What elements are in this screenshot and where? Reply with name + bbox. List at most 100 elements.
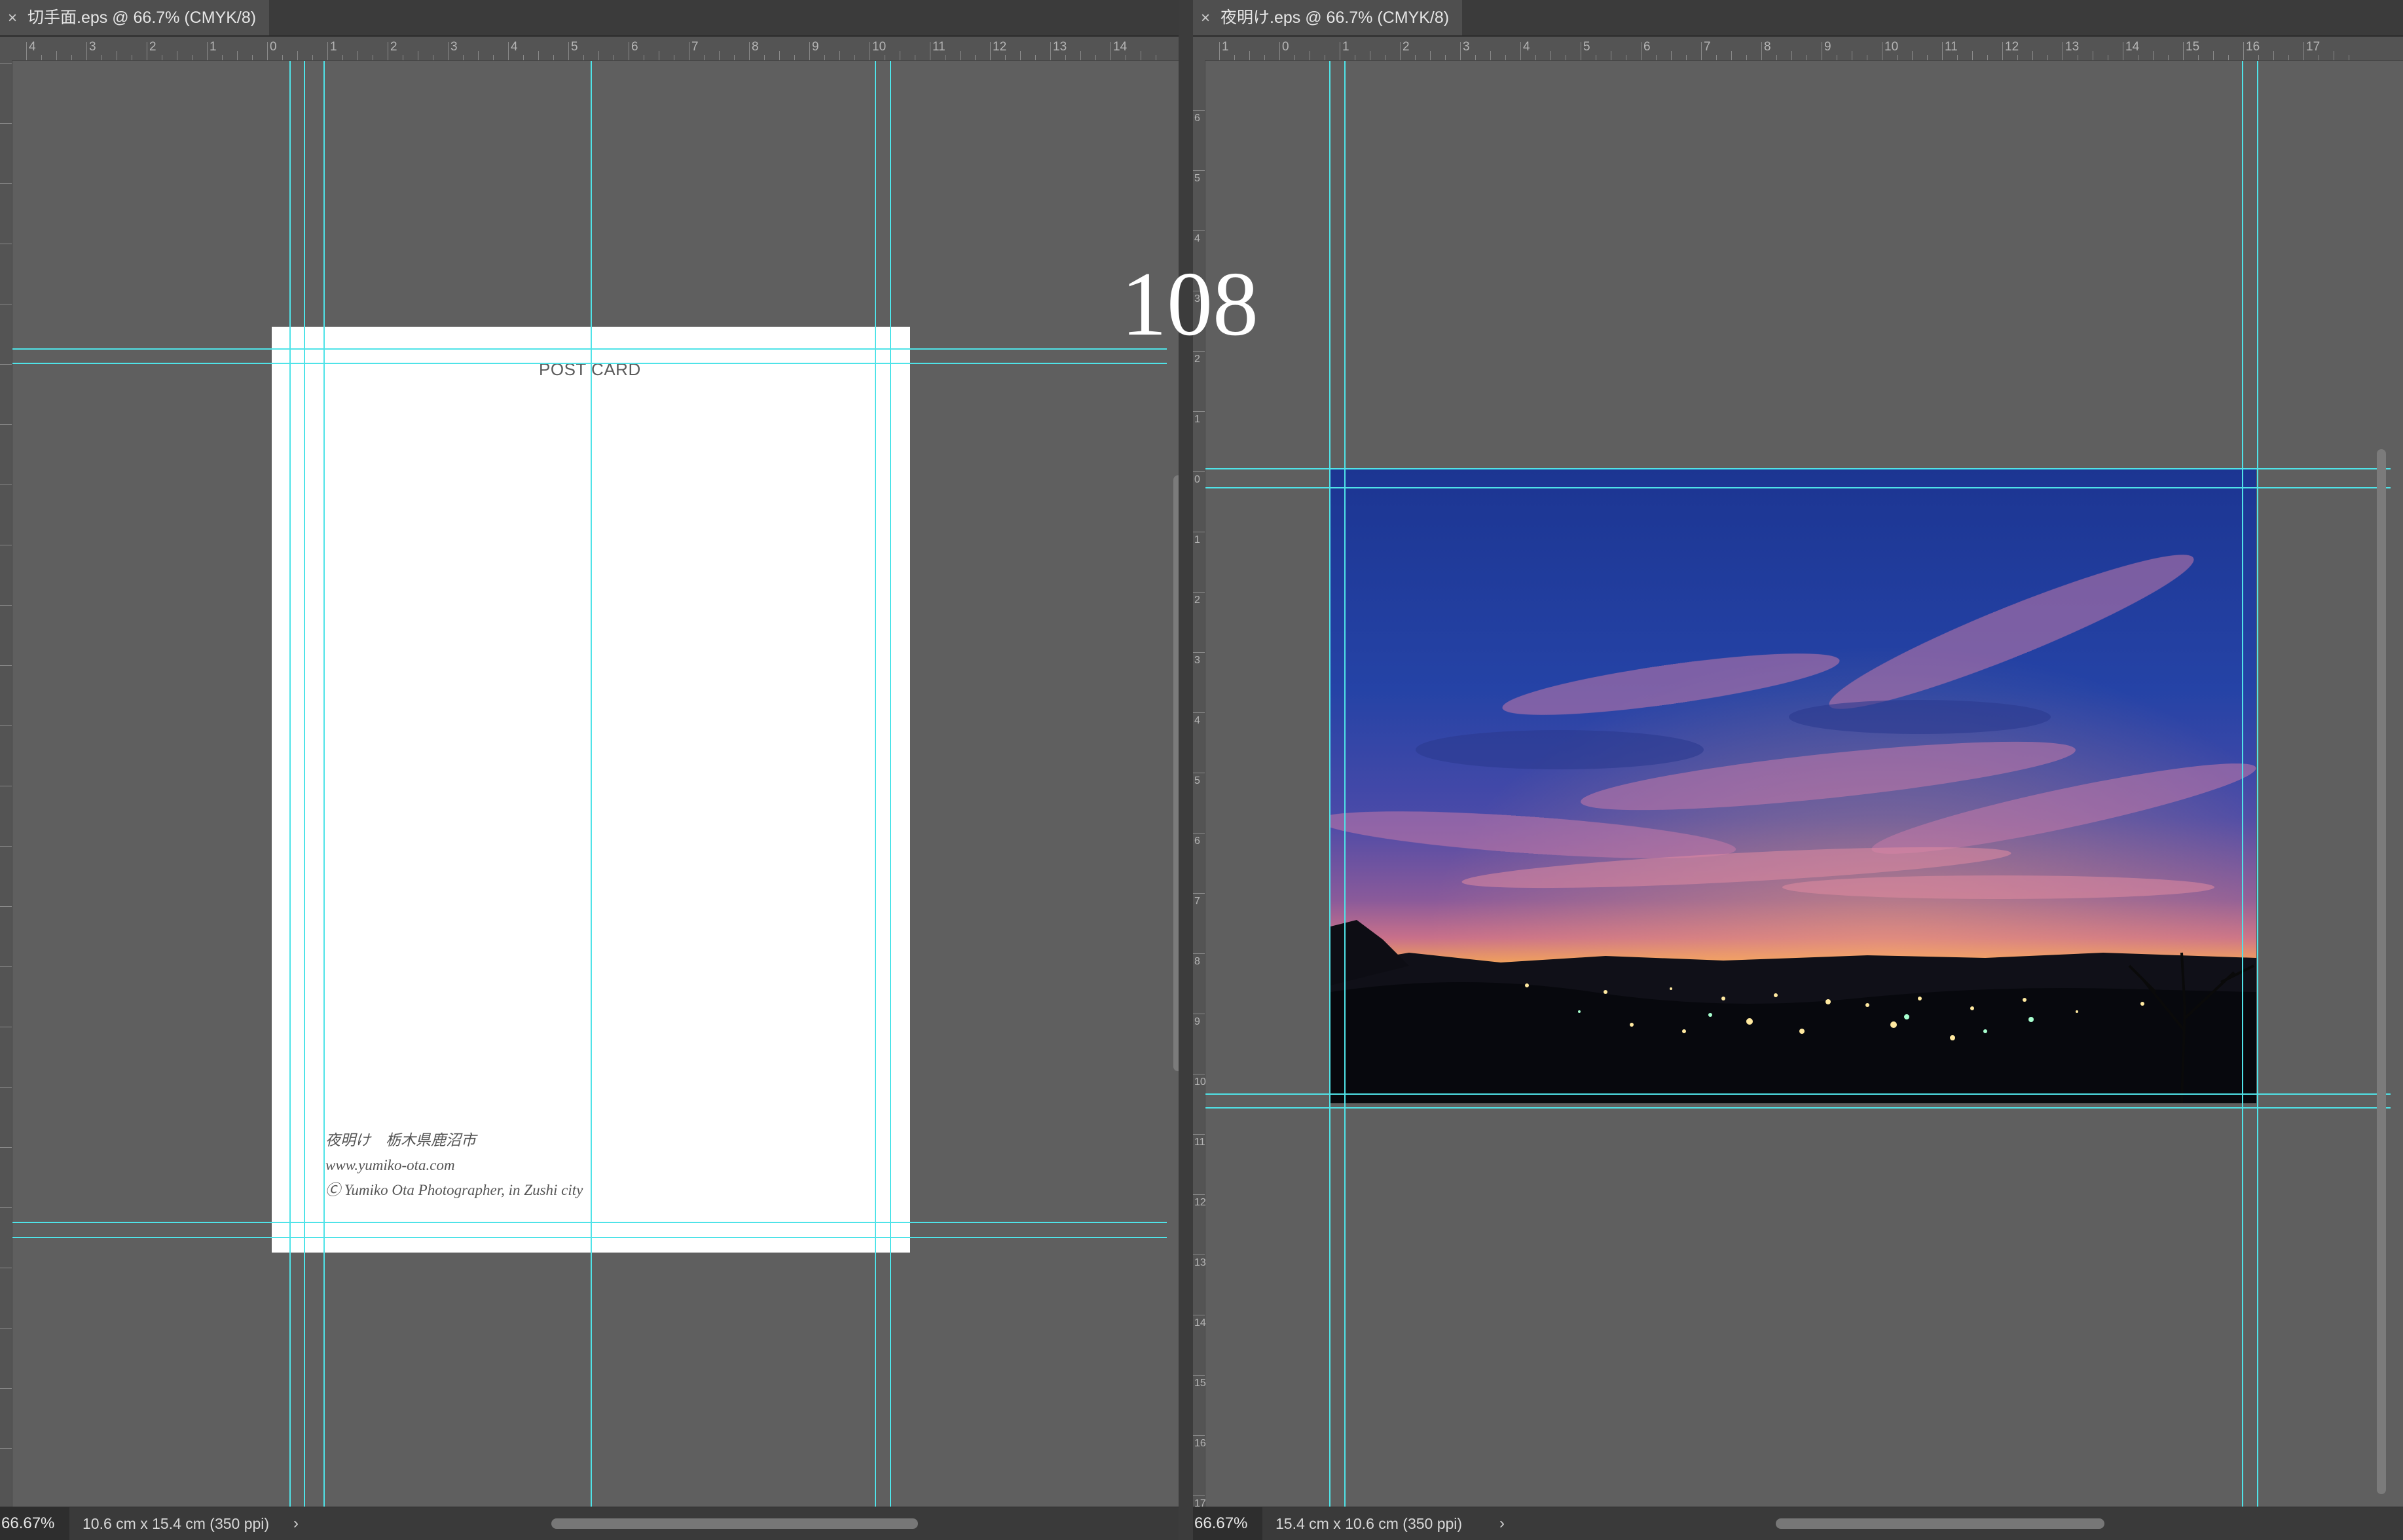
ruler-tick: [1641, 42, 1642, 60]
ruler-label: 2: [1194, 595, 1200, 606]
ruler-label: 11: [932, 40, 945, 54]
ruler-tick: [1987, 55, 1988, 60]
chevron-right-icon[interactable]: ›: [1499, 1507, 1505, 1540]
ruler-tick: [1193, 1194, 1205, 1195]
ruler-tick: [0, 1448, 12, 1449]
vertical-ruler[interactable]: [0, 60, 12, 1507]
chevron-right-icon[interactable]: ›: [293, 1507, 299, 1540]
ruler-tick: [1716, 55, 1717, 60]
ruler-label: 13: [1053, 40, 1067, 54]
horizontal-scrollbar[interactable]: [551, 1518, 918, 1529]
ruler-label: 12: [993, 40, 1007, 54]
ruler-label: 5: [1194, 775, 1200, 786]
ruler-tick: [1761, 42, 1762, 60]
ruler-tick: [1731, 51, 1732, 60]
guide[interactable]: [12, 1222, 1167, 1223]
vertical-scrollbar[interactable]: [1173, 475, 1179, 1071]
ruler-tick: [0, 1087, 12, 1088]
left-document-window: × 切手面.eps @ 66.7% (CMYK/8) 43210123456789…: [0, 0, 1179, 1540]
close-icon[interactable]: ×: [1201, 1, 1215, 36]
ruler-label: 6: [1643, 40, 1651, 54]
guide[interactable]: [1205, 1107, 2391, 1109]
ruler-tick: [1415, 55, 1416, 60]
ruler-label: 0: [1194, 474, 1200, 485]
guide[interactable]: [12, 363, 1167, 364]
ruler-label: 6: [631, 40, 638, 54]
ruler-tick: [493, 55, 494, 60]
guide[interactable]: [591, 61, 592, 1507]
ruler-tick: [2017, 55, 2018, 60]
ruler-label: 4: [511, 40, 518, 54]
guide[interactable]: [1205, 1093, 2391, 1095]
ruler-tick: [1193, 110, 1205, 111]
ruler-tick: [0, 1207, 12, 1208]
ruler-tick: [960, 51, 961, 60]
ruler-tick: [1193, 1495, 1205, 1496]
guide[interactable]: [304, 61, 305, 1507]
vertical-scrollbar[interactable]: [2377, 449, 2386, 1494]
ruler-tick: [704, 55, 705, 60]
guide[interactable]: [1205, 468, 2391, 469]
ruler-tick: [207, 42, 208, 60]
ruler-label: 16: [1194, 1438, 1206, 1449]
ruler-tick: [1505, 55, 1506, 60]
ruler-label: 2: [1194, 354, 1200, 365]
ruler-tick: [0, 665, 12, 666]
horizontal-ruler[interactable]: 1 0 1 2 3 4 5 6 7 8 9 10 11 12 13 14 15 16 17: [1193, 37, 2403, 61]
ruler-label: 12: [1194, 1197, 1206, 1208]
ruler-label: 5: [571, 40, 578, 54]
ruler-tick: [2002, 42, 2003, 60]
ruler-tick: [0, 906, 12, 907]
ruler-tick: [71, 55, 72, 60]
guide[interactable]: [1344, 61, 1346, 1507]
ruler-label: 3: [1463, 40, 1470, 54]
ruler-label: 10: [1884, 40, 1899, 54]
left-canvas[interactable]: POST CARD 夜明け 栃木県鹿沼市 www.yumiko-ota.com …: [12, 61, 1179, 1507]
horizontal-scrollbar[interactable]: [1776, 1518, 2104, 1529]
guide[interactable]: [2257, 61, 2258, 1507]
panel-divider[interactable]: [1179, 0, 1193, 1540]
ruler-tick: [523, 55, 524, 60]
ruler-tick: [1193, 471, 1205, 472]
guide[interactable]: [12, 1237, 1167, 1238]
guide[interactable]: [2242, 61, 2243, 1507]
guide[interactable]: [12, 348, 1167, 350]
ruler-tick: [267, 42, 268, 60]
ruler-label: 9: [812, 40, 819, 54]
ruler-tick: [2273, 51, 2274, 60]
ruler-tick: [1193, 170, 1205, 171]
left-tab-bar: × 切手面.eps @ 66.7% (CMYK/8): [0, 0, 1179, 37]
right-document-tab[interactable]: × 夜明け.eps @ 66.7% (CMYK/8): [1193, 0, 1463, 36]
ruler-tick: [1193, 712, 1205, 713]
ruler-label: 1: [1194, 414, 1200, 425]
zoom-level-field[interactable]: 66.67%: [1193, 1507, 1262, 1540]
left-document-tab[interactable]: × 切手面.eps @ 66.7% (CMYK/8): [0, 0, 270, 36]
right-canvas[interactable]: [1205, 61, 2403, 1507]
guide[interactable]: [289, 61, 291, 1507]
ruler-label: 7: [691, 40, 699, 54]
ruler-tick: [1110, 42, 1111, 60]
horizontal-ruler[interactable]: 4 3 2 1 0 1 2 3 4 5 6 7 8 9 10 11 12 13 14: [0, 37, 1179, 61]
ruler-tick: [1005, 55, 1006, 60]
zoom-level-field[interactable]: 66.67%: [0, 1507, 69, 1540]
close-icon[interactable]: ×: [8, 1, 22, 36]
ruler-label: 7: [1704, 40, 1711, 54]
ruler-tick: [2168, 55, 2169, 60]
guide[interactable]: [1329, 61, 1330, 1507]
left-status-bar: 66.67% 10.6 cm x 15.4 cm (350 ppi) ›: [0, 1507, 1179, 1540]
guide[interactable]: [323, 61, 325, 1507]
ruler-label: 14: [1194, 1317, 1206, 1329]
ruler-tick: [2183, 42, 2184, 60]
guide[interactable]: [1205, 487, 2391, 488]
ruler-label: 14: [2125, 40, 2140, 54]
guide[interactable]: [890, 61, 891, 1507]
ruler-label: 1: [1342, 40, 1349, 54]
ruler-tick: [282, 55, 283, 60]
ruler-tick: [2258, 55, 2259, 60]
ruler-label: 7: [1194, 896, 1200, 907]
guide[interactable]: [875, 61, 876, 1507]
ruler-tick: [1400, 42, 1401, 60]
ruler-tick: [734, 55, 735, 60]
ruler-tick: [1020, 51, 1021, 60]
ruler-tick: [1897, 55, 1898, 60]
